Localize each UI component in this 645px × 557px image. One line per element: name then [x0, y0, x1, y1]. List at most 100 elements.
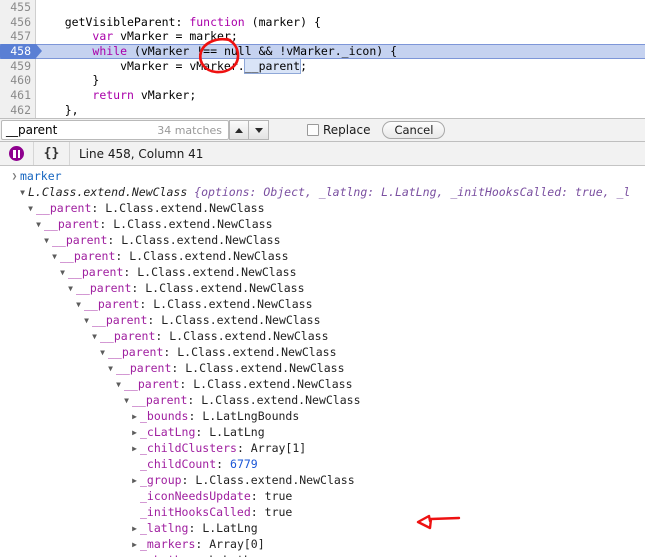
tree-row[interactable]: _group: L.Class.extend.NewClass — [0, 472, 645, 488]
tree-rows-container[interactable]: markerL.Class.extend.NewClass {options: … — [0, 168, 645, 557]
search-input[interactable]: __parent — [2, 123, 157, 137]
tree-row[interactable]: _cLatLng: L.LatLng — [0, 424, 645, 440]
line-number[interactable]: 458 — [0, 44, 36, 59]
tree-row[interactable]: __parent: L.Class.extend.NewClass — [0, 296, 645, 312]
code-text[interactable]: } — [37, 73, 99, 88]
triangle-down-icon[interactable] — [50, 249, 59, 265]
tree-row[interactable]: marker — [0, 168, 645, 184]
property-name: _initHooksCalled — [140, 505, 251, 519]
property-value: : — [139, 297, 154, 311]
cancel-button[interactable]: Cancel — [382, 121, 446, 139]
code-line-active[interactable]: 458 while (vMarker !== null && !vMarker.… — [0, 44, 645, 59]
property-value: L.LatLng — [202, 521, 258, 535]
code-line[interactable]: 460 } — [0, 73, 645, 88]
tree-row[interactable]: __parent: L.Class.extend.NewClass — [0, 248, 645, 264]
line-number[interactable]: 456 — [0, 15, 36, 30]
triangle-down-icon[interactable] — [66, 281, 75, 297]
search-next-button[interactable] — [249, 120, 269, 140]
curly-braces-icon: {} — [43, 146, 60, 161]
code-token: (marker) { — [244, 14, 321, 29]
triangle-down-icon[interactable] — [114, 377, 123, 393]
code-line[interactable]: 457 var vMarker = marker; — [0, 29, 645, 44]
property-value: : — [91, 201, 106, 215]
tree-row[interactable]: _wLatLng: L.LatLng — [0, 552, 645, 557]
tree-row[interactable]: __parent: L.Class.extend.NewClass — [0, 312, 645, 328]
tree-row[interactable]: L.Class.extend.NewClass {options: Object… — [0, 184, 645, 200]
code-token: (vMarker !== null && !vMarker._icon) { — [127, 44, 398, 59]
code-line[interactable]: 461 return vMarker; — [0, 88, 645, 103]
line-number[interactable]: 459 — [0, 59, 36, 74]
replace-toggle-group[interactable]: Replace — [307, 119, 370, 141]
code-text[interactable]: vMarker = vMarker.__parent; — [37, 57, 307, 74]
code-text[interactable]: var vMarker = marker; — [37, 29, 237, 44]
code-line[interactable]: 462 }, — [0, 103, 645, 118]
search-prev-button[interactable] — [229, 120, 249, 140]
chevron-right-icon[interactable] — [10, 169, 19, 185]
triangle-down-icon[interactable] — [74, 297, 83, 313]
triangle-right-icon[interactable] — [130, 553, 139, 557]
property-value: : — [250, 505, 265, 519]
code-text[interactable]: while (vMarker !== null && !vMarker._ico… — [37, 44, 397, 59]
property-value: : — [188, 521, 203, 535]
triangle-right-icon[interactable] — [130, 425, 139, 441]
code-text[interactable]: getVisibleParent: function (marker) { — [37, 15, 321, 30]
triangle-down-icon[interactable] — [90, 329, 99, 345]
triangle-down-icon[interactable] — [98, 345, 107, 361]
code-line[interactable]: 455 — [0, 0, 645, 15]
tree-row[interactable]: _bounds: L.LatLngBounds — [0, 408, 645, 424]
find-replace-bar[interactable]: __parent 34 matches Replace Cancel — [0, 118, 645, 142]
tree-row[interactable]: _markers: Array[0] — [0, 536, 645, 552]
source-code-editor[interactable]: 455 456 getVisibleParent: function (marke… — [0, 0, 645, 118]
triangle-down-icon[interactable] — [34, 217, 43, 233]
tree-row[interactable]: __parent: L.Class.extend.NewClass — [0, 232, 645, 248]
search-nav-buttons[interactable] — [229, 120, 269, 140]
code-text[interactable]: return vMarker; — [37, 88, 196, 103]
line-number[interactable]: 457 — [0, 29, 36, 44]
triangle-right-icon[interactable] — [130, 537, 139, 553]
triangle-right-icon[interactable] — [130, 409, 139, 425]
triangle-down-icon[interactable] — [18, 185, 27, 201]
triangle-down-icon[interactable] — [106, 361, 115, 377]
code-line[interactable]: 459 vMarker = vMarker.__parent; — [0, 57, 645, 74]
line-number[interactable]: 460 — [0, 73, 36, 88]
triangle-down-icon[interactable] — [82, 313, 91, 329]
replace-checkbox[interactable] — [307, 124, 319, 136]
property-value: L.Class.extend.NewClass — [177, 345, 337, 359]
tree-row[interactable]: __parent: L.Class.extend.NewClass — [0, 200, 645, 216]
triangle-down-icon[interactable] — [42, 233, 51, 249]
code-lines-container[interactable]: 455 456 getVisibleParent: function (marke… — [0, 0, 645, 118]
pause-on-exceptions-button[interactable] — [0, 142, 34, 165]
code-line[interactable]: 456 getVisibleParent: function (marker) … — [0, 15, 645, 30]
tree-row[interactable]: _iconNeedsUpdate: true — [0, 488, 645, 504]
tree-row[interactable]: __parent: L.Class.extend.NewClass — [0, 360, 645, 376]
triangle-right-icon[interactable] — [130, 441, 139, 457]
triangle-down-icon[interactable] — [26, 201, 35, 217]
tree-row[interactable]: __parent: L.Class.extend.NewClass — [0, 328, 645, 344]
tree-row[interactable]: __parent: L.Class.extend.NewClass — [0, 392, 645, 408]
line-number[interactable]: 455 — [0, 0, 36, 15]
property-name: _wLatLng — [140, 553, 195, 557]
tree-row[interactable]: __parent: L.Class.extend.NewClass — [0, 344, 645, 360]
code-text[interactable]: }, — [37, 103, 79, 118]
triangle-right-icon[interactable] — [130, 521, 139, 537]
search-field-wrapper[interactable]: __parent 34 matches — [1, 120, 229, 140]
line-number[interactable]: 461 — [0, 88, 36, 103]
line-number[interactable]: 462 — [0, 103, 36, 118]
tree-row[interactable]: __parent: L.Class.extend.NewClass — [0, 280, 645, 296]
editor-status-bar[interactable]: {} Line 458, Column 41 — [0, 142, 645, 166]
property-value: : — [179, 377, 194, 391]
tree-row[interactable]: _initHooksCalled: true — [0, 504, 645, 520]
tree-row[interactable]: _latlng: L.LatLng — [0, 520, 645, 536]
triangle-down-icon[interactable] — [58, 265, 67, 281]
console-object-tree[interactable]: markerL.Class.extend.NewClass {options: … — [0, 166, 645, 557]
tree-row[interactable]: __parent: L.Class.extend.NewClass — [0, 216, 645, 232]
tree-row[interactable]: __parent: L.Class.extend.NewClass — [0, 376, 645, 392]
pretty-print-button[interactable]: {} — [34, 142, 70, 165]
line-number[interactable]: 463 — [0, 118, 36, 119]
triangle-down-icon[interactable] — [122, 393, 131, 409]
triangle-right-icon[interactable] — [130, 473, 139, 489]
tree-row[interactable]: _childCount: 6779 — [0, 456, 645, 472]
tree-row[interactable]: __parent: L.Class.extend.NewClass — [0, 264, 645, 280]
code-token: function — [189, 14, 245, 29]
tree-row[interactable]: _childClusters: Array[1] — [0, 440, 645, 456]
